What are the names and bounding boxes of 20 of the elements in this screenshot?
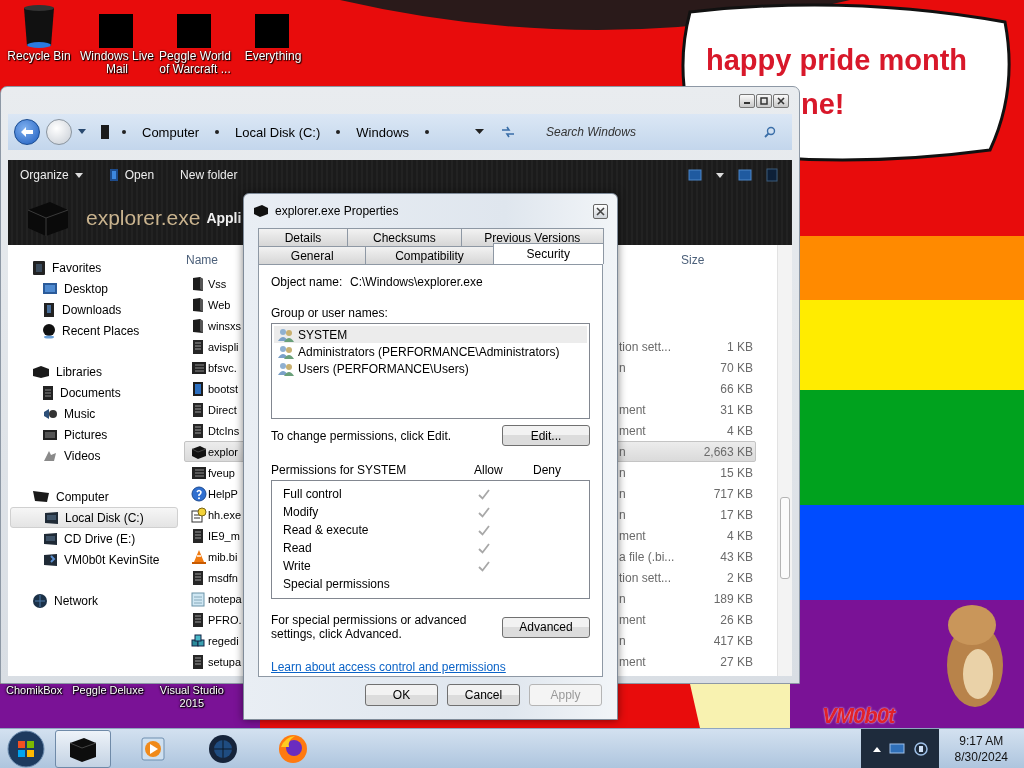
permission-name: Special permissions <box>283 577 391 591</box>
advanced-hint: For special permissions or advanced settings, click Advanced. <box>271 613 468 641</box>
signature-text: VM0b0t <box>822 703 895 729</box>
bubble-text: ne! <box>801 88 845 121</box>
permissions-title: Permissions for SYSTEM <box>271 463 408 477</box>
column-header: Allow <box>474 463 504 477</box>
file-type: Appli <box>206 209 242 226</box>
dialog-title: explorer.exe Properties <box>275 204 399 218</box>
column-header: Deny <box>533 463 561 477</box>
edit-hint: To change permissions, click Edit. <box>271 428 452 443</box>
permission-name: Read & execute <box>283 523 370 537</box>
permission-name: Write <box>283 559 312 573</box>
permission-name: Modify <box>283 505 320 519</box>
file-name: explorer.exe <box>86 205 201 230</box>
object-name-value: C:\Windows\explorer.exe <box>350 275 483 289</box>
permission-name: Full control <box>283 487 343 501</box>
bubble-text: happy pride month <box>706 44 967 77</box>
permission-name: Read <box>283 541 313 555</box>
groups-label: Group or user names: <box>271 306 389 320</box>
object-name-label: Object name: <box>271 275 344 289</box>
